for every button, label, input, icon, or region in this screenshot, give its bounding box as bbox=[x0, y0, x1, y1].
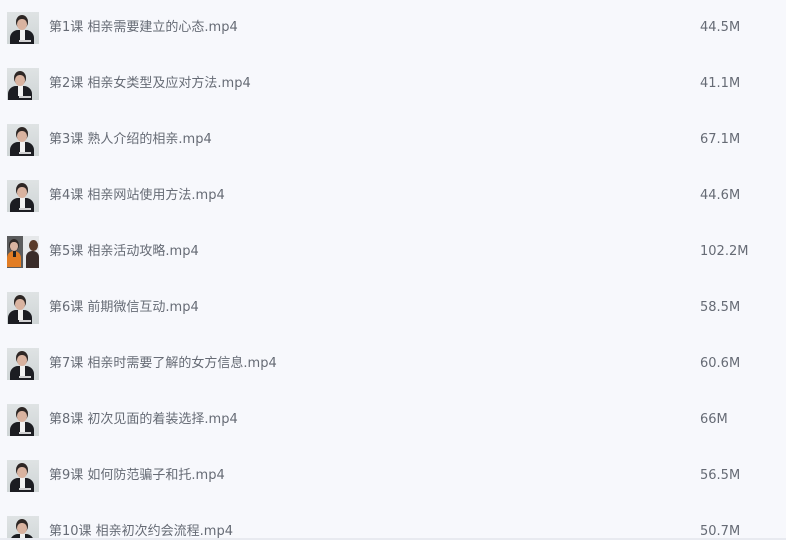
lecturer-shirt bbox=[13, 251, 16, 257]
lecturer-shirt bbox=[20, 366, 25, 376]
file-row-6[interactable]: 第6课 前期微信互动.mp4 58.5M bbox=[0, 280, 786, 336]
second-person-head bbox=[29, 240, 38, 251]
file-row-9[interactable]: 第9课 如何防范骗子和托.mp4 56.5M bbox=[0, 448, 786, 504]
file-size: 67.1M bbox=[700, 132, 741, 147]
video-thumbnail[interactable] bbox=[7, 180, 39, 212]
file-row-4[interactable]: 第4课 相亲网站使用方法.mp4 44.6M bbox=[0, 168, 786, 224]
video-thumbnail[interactable] bbox=[7, 12, 39, 44]
file-size: 44.5M bbox=[700, 20, 741, 35]
file-list: 第1课 相亲需要建立的心态.mp4 44.5M 第2课 相亲女类型及应对方法.m… bbox=[0, 0, 786, 540]
file-name[interactable]: 第3课 熟人介绍的相亲.mp4 bbox=[49, 130, 212, 150]
lecturer-face bbox=[10, 242, 18, 251]
video-caption-bar bbox=[19, 488, 31, 490]
file-size: 56.5M bbox=[700, 468, 741, 483]
file-size: 41.1M bbox=[700, 76, 741, 91]
lecturer-face bbox=[17, 523, 27, 534]
video-caption-bar bbox=[19, 152, 31, 154]
video-caption-bar bbox=[19, 432, 31, 434]
file-name[interactable]: 第6课 前期微信互动.mp4 bbox=[49, 298, 199, 318]
lecturer-shirt bbox=[20, 30, 25, 40]
file-row-10[interactable]: 第10课 相亲初次约会流程.mp4 50.7M bbox=[0, 504, 786, 540]
file-name[interactable]: 第4课 相亲网站使用方法.mp4 bbox=[49, 186, 225, 206]
video-thumbnail[interactable] bbox=[7, 348, 39, 380]
video-thumbnail[interactable] bbox=[7, 68, 39, 100]
video-caption-bar bbox=[19, 208, 31, 210]
lecturer-face bbox=[15, 299, 25, 310]
file-name[interactable]: 第7课 相亲时需要了解的女方信息.mp4 bbox=[49, 354, 277, 374]
video-caption-bar bbox=[19, 96, 31, 98]
file-size: 102.2M bbox=[700, 244, 749, 259]
lecturer-face bbox=[17, 411, 27, 422]
file-row-7[interactable]: 第7课 相亲时需要了解的女方信息.mp4 60.6M bbox=[0, 336, 786, 392]
file-name[interactable]: 第1课 相亲需要建立的心态.mp4 bbox=[49, 18, 238, 38]
video-thumbnail[interactable] bbox=[7, 236, 39, 268]
video-thumbnail[interactable] bbox=[7, 516, 39, 540]
lecturer-face bbox=[17, 187, 27, 198]
file-size: 60.6M bbox=[700, 356, 741, 371]
file-row-8[interactable]: 第8课 初次见面的着装选择.mp4 66M bbox=[0, 392, 786, 448]
video-caption-bar bbox=[19, 320, 31, 322]
lecturer-shirt bbox=[18, 86, 23, 96]
file-row-5[interactable]: 第5课 相亲活动攻略.mp4 102.2M bbox=[0, 224, 786, 280]
file-row-1[interactable]: 第1课 相亲需要建立的心态.mp4 44.5M bbox=[0, 0, 786, 56]
video-thumbnail[interactable] bbox=[7, 404, 39, 436]
lecturer-shirt bbox=[20, 478, 25, 488]
file-size: 58.5M bbox=[700, 300, 741, 315]
file-name[interactable]: 第5课 相亲活动攻略.mp4 bbox=[49, 242, 199, 262]
video-caption-bar bbox=[19, 40, 31, 42]
lecturer-face bbox=[15, 75, 25, 86]
lecturer-shirt bbox=[20, 422, 25, 432]
video-thumbnail[interactable] bbox=[7, 292, 39, 324]
second-person-body bbox=[26, 251, 39, 268]
lecturer-shirt bbox=[20, 198, 25, 208]
video-thumbnail[interactable] bbox=[7, 460, 39, 492]
lecturer-face bbox=[17, 467, 27, 478]
file-row-3[interactable]: 第3课 熟人介绍的相亲.mp4 67.1M bbox=[0, 112, 786, 168]
lecturer-face bbox=[17, 355, 27, 366]
lecturer-face bbox=[17, 131, 27, 142]
file-size: 44.6M bbox=[700, 188, 741, 203]
lecturer-face bbox=[17, 19, 27, 30]
file-size: 66M bbox=[700, 412, 728, 427]
lecturer-shirt bbox=[18, 310, 23, 320]
video-caption-bar bbox=[19, 376, 31, 378]
file-name[interactable]: 第2课 相亲女类型及应对方法.mp4 bbox=[49, 74, 251, 94]
file-name[interactable]: 第9课 如何防范骗子和托.mp4 bbox=[49, 466, 225, 486]
file-row-2[interactable]: 第2课 相亲女类型及应对方法.mp4 41.1M bbox=[0, 56, 786, 112]
lecturer-shirt bbox=[20, 142, 25, 152]
file-name[interactable]: 第8课 初次见面的着装选择.mp4 bbox=[49, 410, 238, 430]
video-thumbnail[interactable] bbox=[7, 124, 39, 156]
